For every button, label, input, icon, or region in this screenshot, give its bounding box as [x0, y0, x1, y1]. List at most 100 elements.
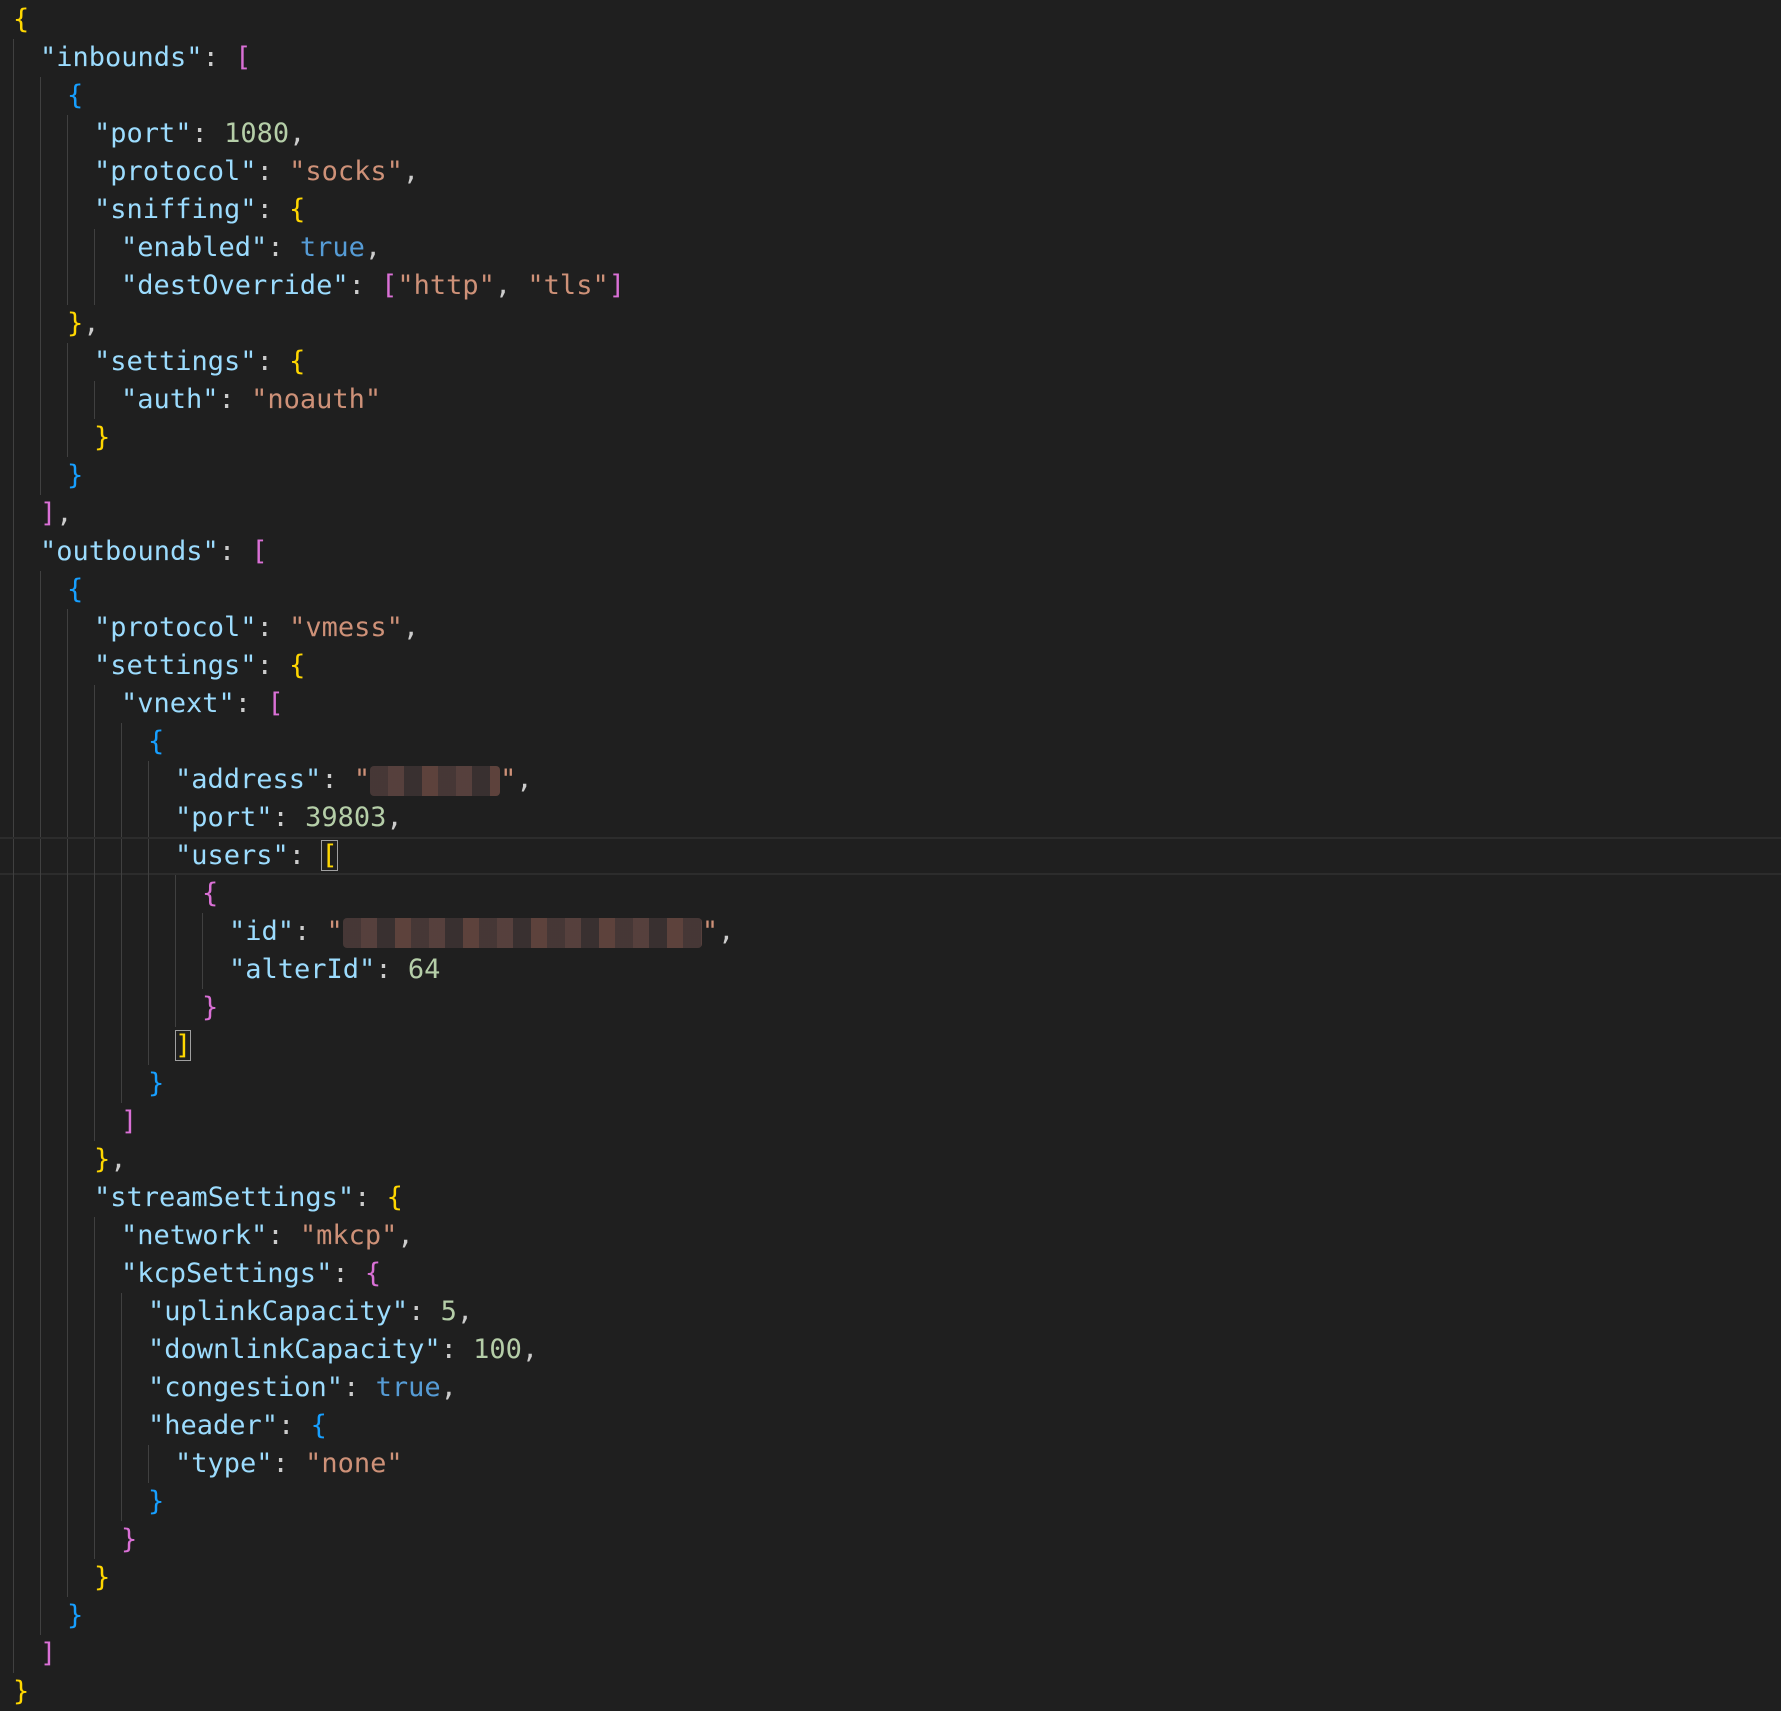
code-line[interactable]: "port": 1080,: [0, 115, 1781, 153]
code-token: 100: [473, 1334, 522, 1365]
code-line[interactable]: "streamSettings": {: [0, 1179, 1781, 1217]
indent-guide: [40, 951, 41, 989]
indent-guide: [94, 761, 95, 799]
indent-guide: [40, 153, 41, 191]
code-line[interactable]: "congestion": true,: [0, 1369, 1781, 1407]
code-token: "network": [121, 1220, 268, 1251]
code-line[interactable]: }: [0, 1673, 1781, 1711]
indent-guide: [148, 799, 149, 837]
code-token: ]: [40, 498, 57, 529]
code-content: "type": "none": [175, 1445, 403, 1483]
indent-guide: [40, 115, 41, 153]
code-line[interactable]: ]: [0, 1027, 1781, 1065]
code-line[interactable]: "address": " ",: [0, 761, 1781, 799]
code-line[interactable]: "protocol": "socks",: [0, 153, 1781, 191]
code-token: ": [701, 916, 719, 947]
code-token: ": [353, 764, 371, 795]
indent-guide: [67, 1445, 68, 1483]
indent-guide: [94, 1027, 95, 1065]
code-line[interactable]: "auth": "noauth": [0, 381, 1781, 419]
code-line[interactable]: ]: [0, 1635, 1781, 1673]
code-line[interactable]: ],: [0, 495, 1781, 533]
code-editor[interactable]: {"inbounds": [{"port": 1080, "protocol": …: [0, 0, 1781, 1707]
code-content: }: [148, 1483, 164, 1521]
code-token: }: [94, 1562, 111, 1593]
code-line[interactable]: "type": "none": [0, 1445, 1781, 1483]
indent-guide: [121, 1293, 122, 1331]
code-line[interactable]: "outbounds": [: [0, 533, 1781, 571]
code-line[interactable]: "inbounds": [: [0, 39, 1781, 77]
indent-guide: [13, 1407, 14, 1445]
code-line[interactable]: "users": [: [0, 837, 1781, 877]
code-content: "protocol": "socks",: [94, 153, 419, 191]
code-line[interactable]: "id": " ",: [0, 913, 1781, 951]
indent-guide: [67, 1255, 68, 1293]
code-line[interactable]: "vnext": [: [0, 685, 1781, 723]
code-line[interactable]: "enabled": true,: [0, 229, 1781, 267]
code-token: :: [288, 840, 322, 871]
code-line[interactable]: "sniffing": {: [0, 191, 1781, 229]
code-line[interactable]: }: [0, 1521, 1781, 1559]
code-line[interactable]: "settings": {: [0, 647, 1781, 685]
code-content: "port": 39803,: [175, 799, 403, 837]
code-line[interactable]: }: [0, 1065, 1781, 1103]
code-token: :: [272, 802, 306, 833]
code-token: "http": [397, 270, 495, 301]
code-token: :: [267, 232, 300, 263]
code-line[interactable]: {: [0, 1, 1781, 39]
code-token: }: [67, 1600, 84, 1631]
code-token: "noauth": [251, 384, 382, 415]
indent-guide: [13, 723, 14, 761]
code-line[interactable]: }: [0, 1597, 1781, 1635]
indent-guide: [121, 761, 122, 799]
indent-guide: [40, 77, 41, 115]
code-line[interactable]: }: [0, 1559, 1781, 1597]
code-line[interactable]: "destOverride": ["http", "tls"]: [0, 267, 1781, 305]
code-line[interactable]: {: [0, 571, 1781, 609]
indent-guide: [67, 1293, 68, 1331]
indent-guide: [148, 913, 149, 951]
code-line[interactable]: {: [0, 723, 1781, 761]
code-content: }: [94, 1559, 110, 1597]
code-line[interactable]: }: [0, 419, 1781, 457]
code-token: ,: [386, 802, 403, 833]
indent-guide: [148, 1445, 149, 1483]
code-line[interactable]: {: [0, 77, 1781, 115]
indent-guide: [13, 419, 14, 457]
code-line[interactable]: },: [0, 305, 1781, 343]
indent-guide: [175, 951, 176, 989]
code-line[interactable]: "network": "mkcp",: [0, 1217, 1781, 1255]
indent-guide: [13, 495, 14, 533]
code-line[interactable]: "alterId": 64: [0, 951, 1781, 989]
code-line[interactable]: ]: [0, 1103, 1781, 1141]
code-token: "users": [175, 840, 289, 871]
code-token: ,: [440, 1372, 457, 1403]
code-token: "inbounds": [40, 42, 203, 73]
indent-guide: [13, 1445, 14, 1483]
indent-guide: [94, 1065, 95, 1103]
code-token: }: [67, 308, 84, 339]
code-line[interactable]: }: [0, 989, 1781, 1027]
indent-guide: [94, 951, 95, 989]
indent-guide: [13, 191, 14, 229]
code-line[interactable]: "uplinkCapacity": 5,: [0, 1293, 1781, 1331]
indent-guide: [67, 1141, 68, 1179]
code-line[interactable]: "settings": {: [0, 343, 1781, 381]
code-token: ]: [608, 270, 625, 301]
code-line[interactable]: },: [0, 1141, 1781, 1179]
indent-guide: [40, 191, 41, 229]
code-line[interactable]: "header": {: [0, 1407, 1781, 1445]
indent-guide: [148, 875, 149, 913]
indent-guide: [67, 1483, 68, 1521]
code-line[interactable]: "port": 39803,: [0, 799, 1781, 837]
code-line[interactable]: {: [0, 875, 1781, 913]
code-token: :: [321, 764, 354, 795]
code-content: },: [67, 305, 100, 343]
code-line[interactable]: }: [0, 457, 1781, 495]
code-line[interactable]: "downlinkCapacity": 100,: [0, 1331, 1781, 1369]
code-line[interactable]: "kcpSettings": {: [0, 1255, 1781, 1293]
code-line[interactable]: "protocol": "vmess",: [0, 609, 1781, 647]
indent-guide: [67, 1027, 68, 1065]
code-line[interactable]: }: [0, 1483, 1781, 1521]
indent-guide: [13, 1369, 14, 1407]
